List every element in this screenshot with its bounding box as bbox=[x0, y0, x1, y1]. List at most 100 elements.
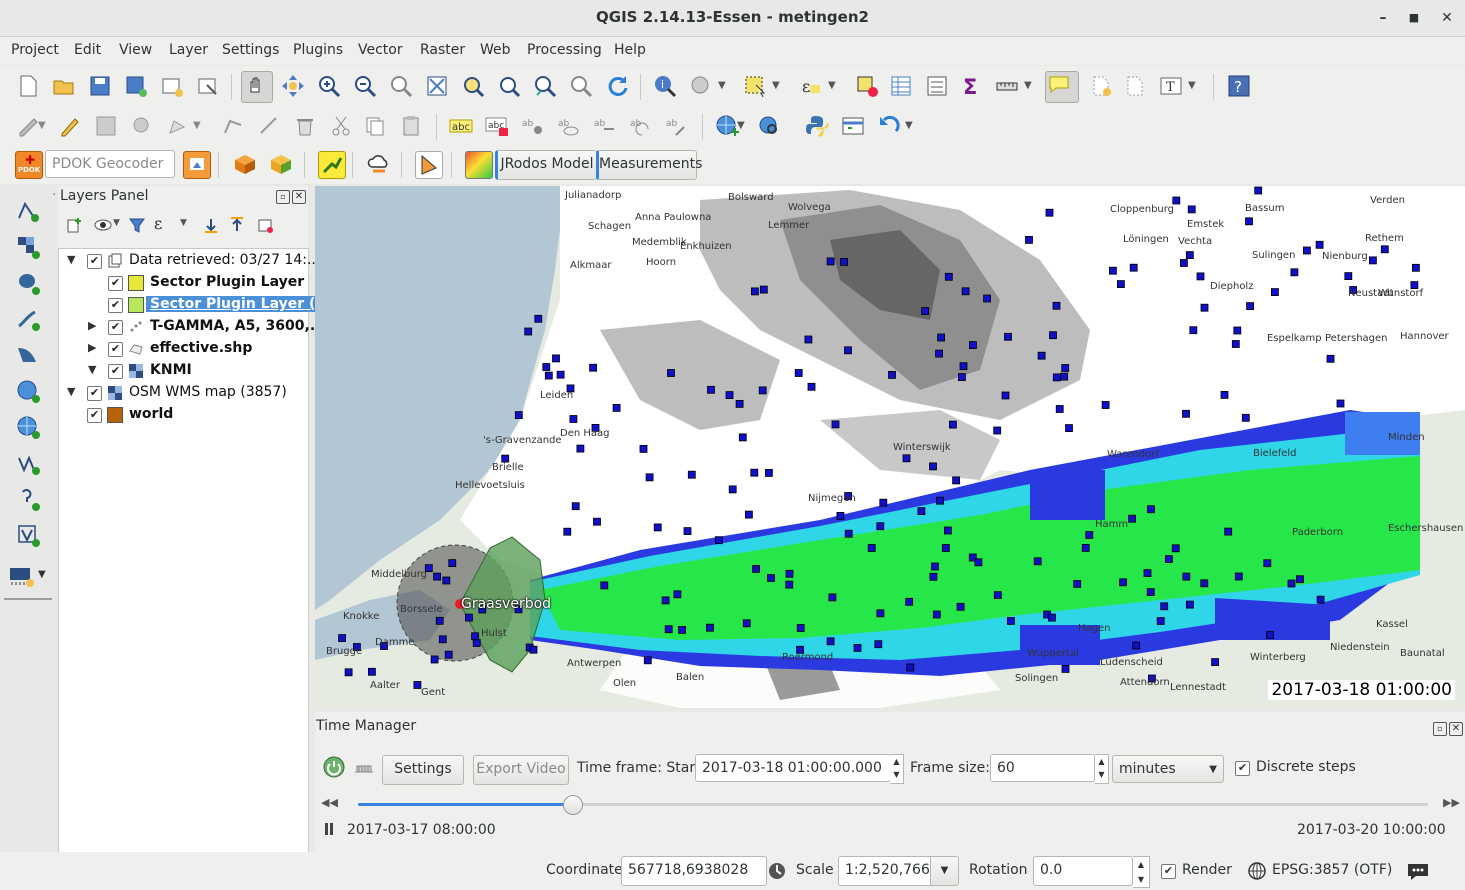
crs-globe-icon[interactable] bbox=[1247, 861, 1267, 881]
collapse-arrow-icon[interactable]: ▶ bbox=[88, 319, 96, 332]
deselect-icon[interactable] bbox=[854, 73, 880, 99]
save-project-icon[interactable] bbox=[87, 73, 113, 99]
measurement-station[interactable] bbox=[1129, 263, 1138, 272]
measurement-station[interactable] bbox=[645, 473, 654, 482]
add-wms-layer-icon[interactable] bbox=[15, 414, 41, 440]
measurement-station[interactable] bbox=[1315, 240, 1324, 249]
measurement-station[interactable] bbox=[1061, 364, 1070, 372]
add-raster-layer-icon[interactable] bbox=[15, 234, 41, 260]
measurement-station[interactable] bbox=[902, 454, 911, 463]
measurement-station[interactable] bbox=[707, 385, 715, 394]
measurement-station[interactable] bbox=[1246, 302, 1254, 311]
map-tips-icon[interactable] bbox=[1045, 71, 1079, 103]
zoom-to-selection-icon[interactable] bbox=[460, 73, 486, 99]
measurement-station[interactable] bbox=[544, 371, 553, 380]
toggle-editing-icon[interactable] bbox=[57, 113, 83, 139]
move-label-icon[interactable]: ab bbox=[592, 113, 618, 139]
measurement-station[interactable] bbox=[1182, 572, 1191, 581]
measurement-station[interactable] bbox=[931, 562, 939, 571]
frame-size-input[interactable]: 60 bbox=[990, 754, 1095, 782]
measurement-station[interactable] bbox=[794, 369, 803, 377]
measurement-station[interactable] bbox=[974, 558, 983, 567]
measurement-station[interactable] bbox=[1196, 272, 1205, 281]
measurement-station[interactable] bbox=[576, 444, 585, 453]
measurement-station[interactable] bbox=[1171, 544, 1180, 553]
measurement-station[interactable] bbox=[758, 386, 767, 395]
measurement-station[interactable] bbox=[876, 609, 885, 618]
measurement-station[interactable] bbox=[874, 640, 883, 649]
layer-visibility-checkbox[interactable]: ✔ bbox=[108, 342, 123, 357]
measurement-station[interactable] bbox=[1290, 268, 1299, 277]
layer-row[interactable]: ▼ ✔ Data retrieved: 03/27 14:... bbox=[59, 250, 320, 272]
chevron-down-icon[interactable]: ▼ bbox=[1188, 73, 1202, 99]
delete-part-icon[interactable] bbox=[256, 113, 282, 139]
measurement-station[interactable] bbox=[1073, 580, 1082, 588]
menu-web[interactable]: Web bbox=[480, 42, 511, 58]
measurement-station[interactable] bbox=[1146, 588, 1155, 596]
measurement-station[interactable] bbox=[888, 370, 896, 379]
measurement-station[interactable] bbox=[1052, 301, 1061, 310]
measurement-station[interactable] bbox=[935, 349, 943, 358]
layer-visibility-checkbox[interactable]: ✔ bbox=[87, 408, 102, 423]
timeline-icon[interactable] bbox=[353, 760, 375, 776]
collapse-all-icon[interactable] bbox=[228, 216, 246, 234]
chevron-down-icon[interactable]: ▼ bbox=[1024, 73, 1038, 99]
measurement-station[interactable] bbox=[1326, 354, 1335, 363]
coordinate-input[interactable]: 567718,6938028 bbox=[621, 856, 767, 886]
measurement-station[interactable] bbox=[752, 565, 760, 573]
frame-size-spinner[interactable]: ▲ ▼ bbox=[1095, 754, 1109, 784]
add-virtual-layer-icon[interactable] bbox=[15, 522, 41, 548]
layer-row[interactable]: ▶ ✔ T-GAMMA, A5, 3600,... bbox=[59, 316, 326, 338]
pause-icon[interactable] bbox=[324, 822, 334, 836]
action-icon[interactable] bbox=[688, 73, 714, 99]
undo-icon[interactable] bbox=[876, 113, 902, 139]
power-toggle-icon[interactable] bbox=[323, 756, 345, 778]
expand-arrow-icon[interactable]: ▼ bbox=[67, 253, 75, 266]
measurements-button[interactable]: Measurements bbox=[596, 150, 702, 180]
layer-visibility-checkbox[interactable]: ✔ bbox=[108, 298, 123, 313]
zoom-in-icon[interactable] bbox=[316, 73, 342, 99]
crs-label[interactable]: EPSG:3857 (OTF) bbox=[1272, 862, 1392, 878]
measurement-station[interactable] bbox=[542, 363, 551, 371]
layer-row[interactable]: ✔ Sector Plugin Layer (... bbox=[59, 294, 336, 316]
zoom-last-icon[interactable] bbox=[532, 73, 558, 99]
measurement-station[interactable] bbox=[836, 512, 845, 520]
measurement-station[interactable] bbox=[683, 527, 692, 535]
rotation-input[interactable]: 0.0 bbox=[1033, 856, 1133, 886]
time-unit-select[interactable]: minutes ▼ bbox=[1112, 755, 1224, 783]
measurement-station[interactable] bbox=[742, 619, 751, 628]
measurement-station[interactable] bbox=[1336, 399, 1345, 408]
measurement-station[interactable] bbox=[1380, 245, 1389, 254]
measurement-station[interactable] bbox=[956, 602, 965, 611]
measurement-station[interactable] bbox=[435, 616, 444, 625]
measurement-station[interactable] bbox=[738, 433, 747, 442]
chevron-down-icon[interactable]: ▼ bbox=[828, 73, 842, 99]
measurement-station[interactable] bbox=[1109, 266, 1117, 275]
statistics-sigma-icon[interactable]: Σ bbox=[958, 73, 984, 99]
measurement-station[interactable] bbox=[906, 663, 915, 672]
chevron-down-icon[interactable]: ▼ bbox=[905, 113, 919, 139]
measurement-station[interactable] bbox=[1037, 351, 1046, 360]
save-as-icon[interactable] bbox=[123, 73, 149, 99]
measurement-station[interactable] bbox=[936, 496, 944, 505]
measurement-station[interactable] bbox=[728, 485, 737, 494]
measurement-station[interactable] bbox=[593, 517, 601, 526]
close-panel-icon[interactable]: ✕ bbox=[1449, 722, 1463, 736]
measurement-station[interactable] bbox=[993, 591, 1002, 599]
maximize-button[interactable]: ■ bbox=[1404, 8, 1424, 28]
measurement-station[interactable] bbox=[1117, 280, 1125, 289]
measurement-station[interactable] bbox=[653, 523, 662, 532]
measurement-station[interactable] bbox=[433, 572, 442, 581]
paste-features-icon[interactable] bbox=[398, 113, 424, 139]
plugin-sector-orange-icon[interactable] bbox=[415, 151, 443, 179]
measurement-station[interactable] bbox=[1369, 256, 1377, 265]
menu-settings[interactable]: Settings bbox=[222, 42, 279, 58]
menu-layer[interactable]: Layer bbox=[169, 42, 208, 58]
measurement-station[interactable] bbox=[735, 399, 744, 408]
measurement-station[interactable] bbox=[338, 634, 347, 642]
time-slider-handle[interactable] bbox=[563, 795, 583, 815]
measurement-station[interactable] bbox=[1185, 251, 1194, 260]
measurement-station[interactable] bbox=[1055, 405, 1064, 413]
layer-visibility-checkbox[interactable]: ✔ bbox=[108, 276, 123, 291]
minimize-button[interactable]: – bbox=[1373, 8, 1393, 28]
